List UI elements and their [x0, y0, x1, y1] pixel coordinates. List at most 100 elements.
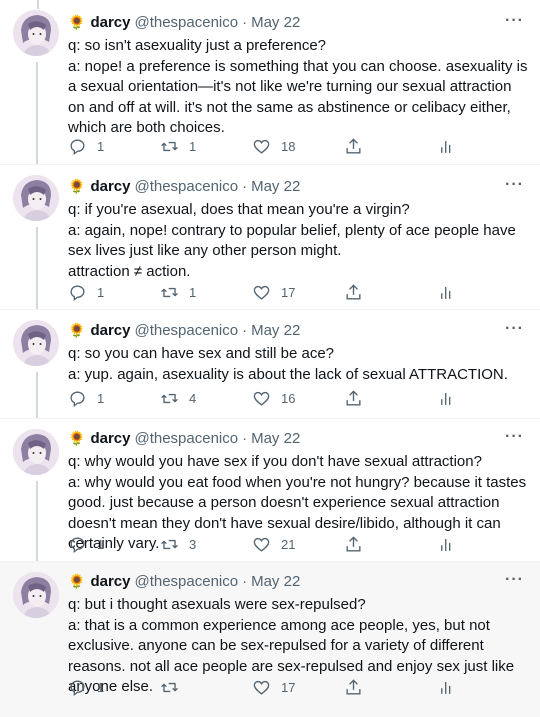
action-bar: 1 17 — [68, 677, 468, 697]
tweet[interactable]: 🌻 darcy @thespacenico · May 22 ··· q: so… — [0, 0, 540, 165]
reply-count: 1 — [97, 536, 105, 552]
like-icon — [253, 537, 270, 552]
reply-icon — [70, 536, 85, 553]
retweet-icon — [161, 539, 178, 549]
more-icon[interactable]: ··· — [505, 428, 524, 446]
author-handle[interactable]: @thespacenico — [134, 322, 238, 339]
retweet-count: 3 — [189, 536, 197, 552]
tweet-date[interactable]: May 22 — [251, 178, 300, 195]
more-icon[interactable]: ··· — [505, 320, 524, 338]
sunflower-emoji: 🌻 — [68, 178, 86, 194]
tweet-date[interactable]: May 22 — [251, 14, 300, 31]
share-button[interactable] — [344, 677, 363, 697]
share-icon — [346, 389, 361, 406]
reply-button[interactable]: 1 — [68, 534, 104, 554]
author-name[interactable]: darcy — [90, 430, 130, 447]
avatar-image — [13, 10, 59, 56]
avatar-image — [13, 572, 59, 618]
stats-icon — [441, 392, 451, 405]
share-button[interactable] — [344, 388, 363, 408]
stats-button[interactable] — [437, 282, 456, 302]
retweet-button[interactable]: 1 — [160, 136, 196, 156]
tweet-date[interactable]: May 22 — [251, 430, 300, 447]
like-count: 16 — [281, 390, 296, 406]
tweet[interactable]: 🌻 darcy @thespacenico · May 22 ··· q: so… — [0, 310, 540, 419]
author-name[interactable]: darcy — [90, 322, 130, 339]
tweet[interactable]: 🌻 darcy @thespacenico · May 22 ··· q: if… — [0, 165, 540, 310]
stats-button[interactable] — [437, 136, 456, 156]
more-icon[interactable]: ··· — [505, 12, 524, 30]
more-icon[interactable]: ··· — [505, 176, 524, 194]
author-handle[interactable]: @thespacenico — [134, 430, 238, 447]
reply-button[interactable]: 1 — [68, 677, 104, 697]
reply-button[interactable]: 1 — [68, 282, 104, 302]
more-icon[interactable]: ··· — [505, 571, 524, 589]
reply-count: 1 — [97, 138, 105, 154]
author-name[interactable]: darcy — [90, 178, 130, 195]
avatar[interactable] — [13, 572, 59, 618]
reply-count: 1 — [97, 679, 105, 695]
like-button[interactable]: 21 — [252, 534, 295, 554]
separator-dot: · — [242, 429, 248, 447]
retweet-button[interactable]: 1 — [160, 282, 196, 302]
retweet-count: 1 — [189, 284, 197, 300]
retweet-button[interactable] — [160, 677, 189, 697]
separator-dot: · — [242, 321, 248, 339]
avatar[interactable] — [13, 175, 59, 221]
retweet-icon — [161, 141, 178, 151]
tweet-header: 🌻 darcy @thespacenico · May 22 — [68, 320, 300, 340]
share-icon — [346, 137, 361, 154]
action-bar: 1 1 17 — [68, 282, 468, 302]
share-button[interactable] — [344, 136, 363, 156]
tweet-text: q: so isn't asexuality just a preference… — [68, 37, 528, 136]
stats-icon — [441, 140, 451, 153]
tweet-header: 🌻 darcy @thespacenico · May 22 — [68, 176, 300, 196]
reply-button[interactable]: 1 — [68, 136, 104, 156]
tweet-highlighted[interactable]: 🌻 darcy @thespacenico · May 22 ··· q: bu… — [0, 562, 540, 717]
author-name[interactable]: darcy — [90, 14, 130, 31]
retweet-button[interactable]: 4 — [160, 388, 196, 408]
retweet-button[interactable]: 3 — [160, 534, 196, 554]
stats-button[interactable] — [437, 534, 456, 554]
share-button[interactable] — [344, 534, 363, 554]
like-icon — [253, 391, 270, 406]
tweet[interactable]: 🌻 darcy @thespacenico · May 22 ··· q: wh… — [0, 419, 540, 562]
share-button[interactable] — [344, 282, 363, 302]
retweet-count: 1 — [189, 138, 197, 154]
avatar-image — [13, 175, 59, 221]
tweet-text: q: if you're asexual, does that mean you… — [68, 201, 516, 280]
avatar[interactable] — [13, 429, 59, 475]
action-bar: 1 1 18 — [68, 136, 468, 156]
thread-line — [36, 227, 38, 310]
avatar[interactable] — [13, 320, 59, 366]
thread-line — [36, 481, 38, 562]
like-button[interactable]: 17 — [252, 282, 295, 302]
separator-dot: · — [242, 572, 248, 590]
author-name[interactable]: darcy — [90, 573, 130, 590]
share-icon — [346, 678, 361, 695]
thread-line — [36, 62, 38, 165]
tweet-date[interactable]: May 22 — [251, 573, 300, 590]
sunflower-emoji: 🌻 — [68, 14, 86, 30]
author-handle[interactable]: @thespacenico — [134, 573, 238, 590]
stats-button[interactable] — [437, 388, 456, 408]
reply-icon — [70, 284, 85, 301]
thread-line — [36, 372, 38, 419]
separator-dot: · — [242, 13, 248, 31]
avatar-image — [13, 429, 59, 475]
like-button[interactable]: 18 — [252, 136, 295, 156]
like-button[interactable]: 16 — [252, 388, 295, 408]
avatar-image — [13, 320, 59, 366]
author-handle[interactable]: @thespacenico — [134, 14, 238, 31]
stats-icon — [441, 681, 451, 694]
retweet-count: 4 — [189, 390, 197, 406]
stats-button[interactable] — [437, 677, 456, 697]
avatar[interactable] — [13, 10, 59, 56]
like-button[interactable]: 17 — [252, 677, 295, 697]
reply-icon — [70, 679, 85, 696]
reply-icon — [70, 390, 85, 407]
tweet-date[interactable]: May 22 — [251, 322, 300, 339]
reply-button[interactable]: 1 — [68, 388, 104, 408]
author-handle[interactable]: @thespacenico — [134, 178, 238, 195]
tweet-header: 🌻 darcy @thespacenico · May 22 — [68, 571, 300, 591]
